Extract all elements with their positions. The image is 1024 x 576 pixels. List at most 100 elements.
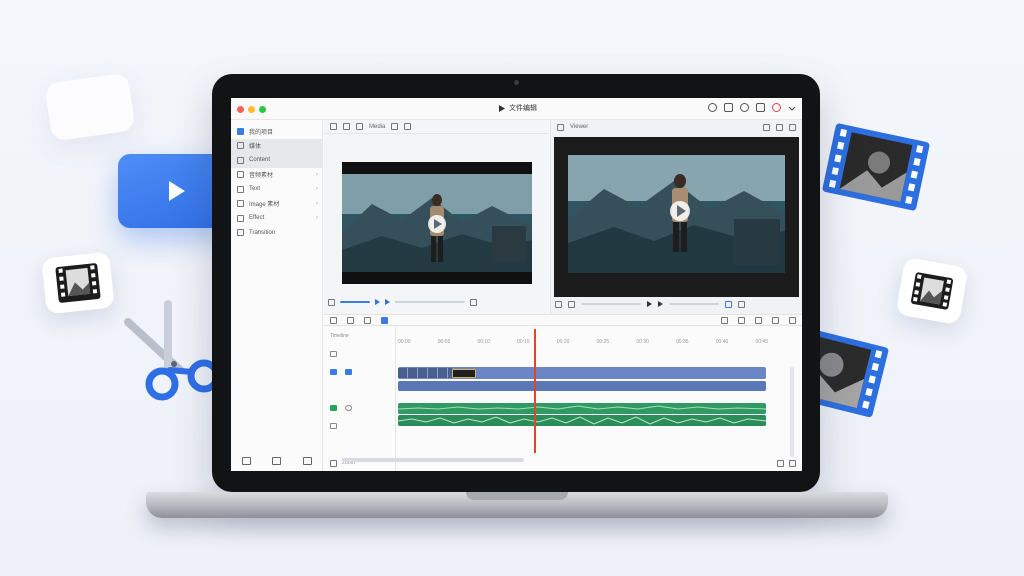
loop-icon[interactable] (568, 300, 575, 308)
next-button[interactable] (385, 299, 390, 305)
editor-window: 文件编辑 我的项目 媒体 Content 音频素材 › Text › Image… (231, 98, 802, 471)
viewer-controls (551, 298, 802, 310)
viewer-preview[interactable] (554, 137, 799, 297)
filter-icon[interactable] (391, 123, 399, 130)
window-title: 文件编辑 (499, 103, 537, 113)
search-icon[interactable] (708, 103, 717, 112)
media-preview[interactable] (342, 162, 532, 284)
crop-icon[interactable] (241, 457, 251, 465)
media-scrubber[interactable] (395, 301, 465, 303)
vertical-scrollbar[interactable] (790, 367, 794, 457)
audio-clip[interactable] (397, 403, 767, 414)
snap-icon[interactable] (738, 316, 745, 324)
layout-icon[interactable] (272, 457, 282, 465)
share-icon[interactable] (303, 457, 313, 465)
play-icon (499, 104, 505, 112)
playhead[interactable] (534, 329, 536, 453)
close-window-button[interactable] (237, 106, 244, 113)
ruler-tick: 00:25 (596, 339, 610, 345)
video-clip-secondary[interactable] (398, 381, 766, 391)
webcam (514, 80, 519, 85)
prev-icon[interactable] (555, 300, 562, 308)
more-icon[interactable] (404, 123, 412, 130)
horizontal-scrollbar[interactable] (342, 458, 524, 462)
video-frame-image (554, 137, 799, 297)
viewer-toolbar: Viewer (551, 120, 802, 134)
viewer-play-button[interactable] (647, 301, 652, 307)
marker-icon[interactable] (721, 316, 728, 324)
trim-icon[interactable] (328, 298, 335, 306)
title-bar: 文件编辑 (231, 98, 802, 120)
audio-waveform (397, 405, 767, 410)
video-clip-thumbnails (398, 368, 452, 378)
expand-icon[interactable] (470, 298, 477, 306)
add-track-icon[interactable] (330, 423, 337, 429)
timeline-toolbar (324, 314, 802, 326)
viewer-scrubber[interactable] (581, 303, 641, 305)
sidebar-item-transition[interactable]: Transition (231, 226, 322, 241)
timeline-settings-icon[interactable] (789, 316, 796, 324)
notes-icon[interactable] (756, 103, 765, 112)
timeline-header: Timeline (324, 327, 395, 345)
viewer-menu-icon[interactable] (557, 123, 564, 131)
play-button[interactable] (375, 299, 380, 305)
title-clip[interactable] (452, 369, 476, 378)
cut-icon[interactable] (364, 316, 371, 324)
sidebar-item-media[interactable]: 媒体 (231, 138, 322, 153)
chevron-down-icon[interactable] (788, 104, 796, 112)
zoom-in-icon[interactable] (777, 459, 784, 467)
sidebar-item-content[interactable]: Content (231, 153, 322, 168)
zoom-icon[interactable] (755, 316, 762, 324)
chevron-right-icon: › (316, 215, 318, 222)
sidebar-item-audio[interactable]: 音频素材 › (231, 168, 322, 183)
ruler-tick: 00:35 (676, 339, 689, 345)
ruler-tick: 00:20 (556, 339, 570, 345)
sidebar-item-effect[interactable]: Effect › (231, 211, 322, 226)
film-icon (55, 263, 101, 303)
film-tile-right (895, 256, 969, 326)
settings-icon[interactable] (763, 123, 770, 131)
track-header-audio (324, 399, 395, 417)
record-icon[interactable] (776, 123, 783, 131)
fit-icon[interactable] (725, 300, 732, 308)
mic-icon[interactable] (724, 103, 733, 112)
redo-icon[interactable] (347, 316, 354, 324)
media-progress[interactable] (340, 301, 370, 303)
close-icon[interactable] (789, 123, 796, 131)
chevron-right-icon: › (316, 186, 318, 193)
grid-icon[interactable] (343, 123, 350, 130)
sidebar-item-text[interactable]: Text › (231, 182, 322, 197)
play-icon (169, 181, 185, 201)
video-frame-image (342, 174, 532, 272)
sidebar: 我的项目 媒体 Content 音频素材 › Text › Image 素材 ›… (231, 120, 323, 471)
audio-track-icon[interactable] (330, 405, 337, 411)
viewer-volume[interactable] (669, 303, 719, 305)
video-track-icon[interactable] (330, 369, 337, 375)
speed-icon[interactable] (772, 316, 779, 324)
lock-icon[interactable] (330, 351, 337, 357)
viewer-next-button[interactable] (658, 301, 663, 307)
sidebar-item-projects[interactable]: 我的项目 (231, 124, 322, 139)
mute-icon[interactable] (345, 369, 352, 375)
undo-icon[interactable] (330, 316, 337, 324)
zoom-out-icon[interactable] (330, 459, 337, 467)
audio-clip-secondary[interactable] (397, 415, 767, 426)
ruler-tick: 00:30 (636, 339, 649, 345)
ghost-card (44, 72, 136, 142)
solo-icon[interactable] (345, 405, 352, 411)
chevron-right-icon: › (316, 200, 318, 207)
minimize-window-button[interactable] (248, 106, 255, 113)
split-icon[interactable] (381, 316, 388, 324)
ruler-tick: 00:05 (437, 339, 451, 345)
timeline: Timeline 00:00 00:05 00:10 00:15 00:20 0… (324, 327, 802, 471)
list-icon[interactable] (356, 123, 363, 130)
chat-icon[interactable] (740, 103, 749, 112)
fit-timeline-icon[interactable] (789, 459, 796, 467)
fullscreen-icon[interactable] (738, 300, 745, 308)
film-tile-left (41, 251, 115, 315)
record-icon[interactable] (772, 103, 781, 112)
sidebar-item-image[interactable]: Image 素材 › (231, 197, 322, 212)
content-icon (237, 156, 244, 164)
select-icon[interactable] (330, 123, 337, 130)
maximize-window-button[interactable] (259, 106, 266, 113)
